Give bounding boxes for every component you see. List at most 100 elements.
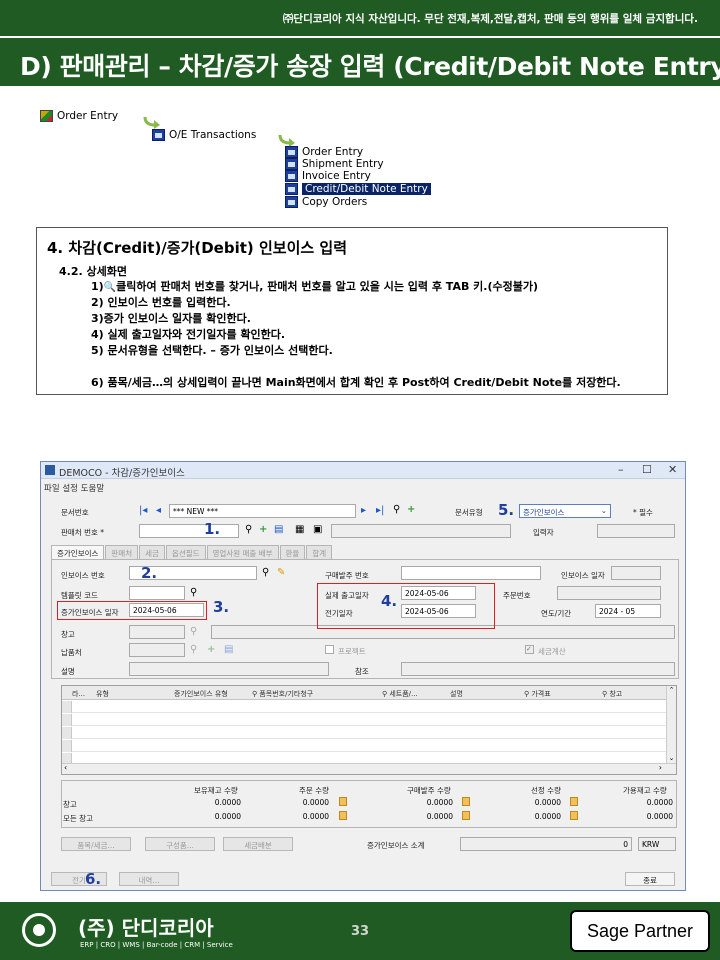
window-icon bbox=[285, 196, 298, 208]
close-button[interactable]: 종료 bbox=[625, 872, 675, 886]
tab-debit-note[interactable]: 증가인보이스 bbox=[51, 545, 105, 559]
template-code-input[interactable] bbox=[129, 586, 185, 600]
window-menubar[interactable]: 파일 설정 도움말 bbox=[44, 482, 104, 494]
table-row[interactable] bbox=[62, 714, 676, 726]
tree-item-invoice-entry[interactable]: Invoice Entry bbox=[285, 170, 371, 182]
warehouse-qty-on-po: 0.0000 bbox=[426, 798, 453, 807]
tab-salesperson[interactable]: 영업사원 매출 배부 bbox=[206, 545, 279, 559]
detail-grid[interactable]: 라... 유형 증가인보이스 유형 ⚲ 품목번호/기타청구 ⚲ 세트품/... … bbox=[61, 685, 677, 775]
tab-taxes[interactable]: 세금 bbox=[139, 545, 165, 559]
doc-no-input[interactable]: *** NEW *** bbox=[169, 504, 356, 518]
maximize-icon[interactable]: ☐ bbox=[642, 463, 652, 476]
copyright-notice: ㈜단디코리아 지식 자산입니다. 무단 전재,복제,전달,캡처, 판매 등의 행… bbox=[282, 13, 698, 25]
detail-button[interactable]: 내역... bbox=[119, 872, 179, 886]
grid-vertical-scrollbar[interactable]: ⌃ ⌄ bbox=[666, 686, 676, 774]
grid-col-kit[interactable]: ⚲ 세트품/... bbox=[382, 689, 418, 699]
copy-icon[interactable]: ▦ bbox=[295, 525, 304, 535]
grid-col-debit-type[interactable]: 증가인보이스 유형 bbox=[174, 689, 228, 699]
search-icon[interactable]: ⚲ bbox=[393, 505, 400, 515]
warehouse-qty-committed: 0.0000 bbox=[534, 798, 561, 807]
step-marker-4: 4. bbox=[381, 592, 398, 610]
notes-icon[interactable] bbox=[339, 797, 347, 806]
currency-field: KRW bbox=[638, 837, 676, 851]
customer-no-input[interactable] bbox=[139, 524, 239, 538]
items-taxes-button[interactable]: 품목/세금... bbox=[61, 837, 131, 851]
notes-icon[interactable] bbox=[462, 797, 470, 806]
inventory-summary-panel bbox=[61, 780, 677, 828]
line-text: 클릭하여 판매처 번호를 찾거나, 판매처 번호를 알고 있을 시는 입력 후 … bbox=[116, 280, 539, 293]
search-icon[interactable]: ⚲ bbox=[262, 568, 269, 578]
tab-totals[interactable]: 합계 bbox=[306, 545, 333, 559]
grid-col-price-list[interactable]: ⚲ 가격표 bbox=[524, 689, 551, 699]
search-icon[interactable]: ⚲ bbox=[190, 588, 197, 598]
tax-distribution-button[interactable]: 세금배분 bbox=[223, 837, 293, 851]
description-input[interactable] bbox=[129, 662, 329, 676]
notes-icon[interactable] bbox=[462, 811, 470, 820]
debit-subtotal-label: 증가인보이스 소계 bbox=[367, 841, 425, 850]
notes-icon[interactable] bbox=[570, 797, 578, 806]
tree-label: Invoice Entry bbox=[302, 170, 371, 182]
tree-item-oe-transactions[interactable]: O/E Transactions bbox=[152, 129, 256, 141]
step-marker-2: 2. bbox=[141, 564, 158, 582]
tab-customer[interactable]: 판매처 bbox=[105, 545, 139, 559]
tree-item-order-entry[interactable]: Order Entry bbox=[285, 146, 363, 158]
notes-icon[interactable] bbox=[570, 811, 578, 820]
po-no-input[interactable] bbox=[401, 566, 541, 580]
instruction-line-3: 3)증가 인보이스 일자를 확인한다. bbox=[91, 312, 251, 325]
grid-col-type[interactable]: 유형 bbox=[96, 689, 109, 699]
grid-col-item-no[interactable]: ⚲ 품목번호/기타청구 bbox=[252, 689, 313, 699]
tree-item-shipment-entry[interactable]: Shipment Entry bbox=[285, 158, 384, 170]
table-row[interactable] bbox=[62, 727, 676, 739]
doc-type-label: 문서유형 bbox=[455, 508, 483, 517]
all-qty-available: 0.0000 bbox=[646, 812, 673, 821]
tab-rates[interactable]: 환율 bbox=[279, 545, 306, 559]
tree-item-copy-orders[interactable]: Copy Orders bbox=[285, 196, 367, 208]
qty-committed-header: 선정 수량 bbox=[531, 786, 561, 795]
scroll-left-icon[interactable]: ‹ bbox=[64, 763, 67, 772]
search-icon[interactable]: ⚲ bbox=[245, 525, 252, 535]
tree-label-selected: Credit/Debit Note Entry bbox=[302, 183, 431, 195]
close-icon[interactable]: ✕ bbox=[668, 463, 677, 476]
tree-item-credit-debit-note-entry[interactable]: Credit/Debit Note Entry bbox=[285, 183, 431, 195]
add-icon[interactable]: + bbox=[259, 525, 267, 535]
search-icon[interactable]: ⚲ bbox=[190, 645, 197, 655]
scroll-right-icon[interactable]: › bbox=[659, 763, 662, 772]
title-bar: D) 판매관리 – 차감/증가 송장 입력 (Credit/Debit Note… bbox=[0, 36, 720, 86]
window-titlebar: DEMOCO - 차감/증가인보이스 – ☐ ✕ bbox=[41, 462, 685, 479]
instruction-title: 4. 차감(Credit)/증가(Debit) 인보이스 입력 bbox=[47, 239, 348, 257]
first-record-icon[interactable]: |◂ bbox=[139, 506, 147, 516]
grid-col-warehouse[interactable]: ⚲ 창고 bbox=[602, 689, 622, 699]
previous-record-icon[interactable]: ◂ bbox=[156, 506, 161, 516]
zoom-icon[interactable]: ▤ bbox=[274, 525, 283, 535]
edit-icon[interactable]: ✎ bbox=[277, 568, 285, 578]
notes-icon[interactable] bbox=[339, 811, 347, 820]
tab-optional-fields[interactable]: 옵션필드 bbox=[165, 545, 206, 559]
qty-on-order-header: 주문 수량 bbox=[299, 786, 329, 795]
table-row[interactable] bbox=[62, 740, 676, 752]
all-qty-committed: 0.0000 bbox=[534, 812, 561, 821]
table-row[interactable] bbox=[62, 701, 676, 713]
tax-calc-checkbox[interactable]: ✓ bbox=[525, 645, 534, 654]
grid-col-line[interactable]: 라... bbox=[72, 689, 85, 699]
window-icon bbox=[285, 158, 298, 170]
last-record-icon[interactable]: ▸| bbox=[376, 506, 384, 516]
reference-input[interactable] bbox=[401, 662, 675, 676]
next-record-icon[interactable]: ▸ bbox=[361, 506, 366, 516]
zoom-icon[interactable]: ▤ bbox=[224, 645, 233, 655]
grid-horizontal-scrollbar[interactable]: ‹ › bbox=[62, 763, 676, 774]
notes-icon[interactable]: ▣ bbox=[313, 525, 322, 535]
add-icon[interactable]: + bbox=[407, 505, 415, 515]
warehouse-input[interactable] bbox=[129, 625, 185, 639]
components-button[interactable]: 구성품... bbox=[145, 837, 215, 851]
grid-col-description[interactable]: 설명 bbox=[450, 689, 463, 699]
ship-to-input[interactable] bbox=[129, 643, 185, 657]
row-header bbox=[62, 701, 72, 713]
doc-type-select[interactable]: 증가인보이스 ⌄ bbox=[519, 504, 611, 518]
search-icon[interactable]: ⚲ bbox=[190, 627, 197, 637]
add-icon[interactable]: + bbox=[207, 645, 215, 655]
year-period-input[interactable]: 2024 - 05 bbox=[595, 604, 661, 618]
project-checkbox[interactable] bbox=[325, 645, 334, 654]
instruction-line-6: 6) 품목/세금…의 상세입력이 끝나면 Main화면에서 합계 확인 후 Po… bbox=[91, 376, 621, 389]
minimize-icon[interactable]: – bbox=[618, 463, 624, 476]
tree-item-order-entry-root[interactable]: Order Entry bbox=[40, 110, 118, 122]
